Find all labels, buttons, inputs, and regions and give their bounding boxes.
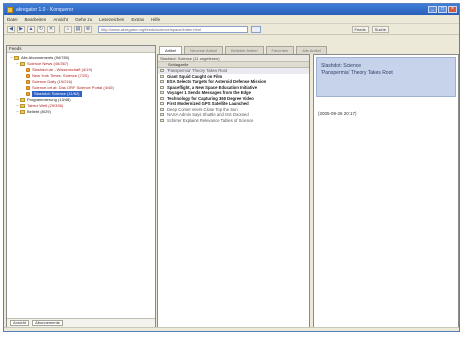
folder-icon — [20, 104, 25, 108]
article-list-panel: Slashdot: Science (11 ungelesen) Schlagz… — [157, 54, 310, 328]
forward-icon[interactable]: ▶ — [17, 25, 25, 33]
read-icon — [160, 69, 164, 73]
status-bar — [4, 327, 459, 331]
unread-icon — [160, 102, 164, 106]
menu-datei[interactable]: Datei — [7, 17, 18, 22]
folder-icon — [20, 98, 25, 102]
folder-icon — [20, 62, 25, 66]
unread-icon — [160, 80, 164, 84]
article-headline[interactable]: 'Panspermia' Theory Takes Root — [321, 70, 451, 77]
tab-bar: Artikel Neueste Artikel Beliebte Artikel Fa… — [157, 45, 459, 54]
go-button[interactable] — [251, 25, 261, 33]
article-feed-name[interactable]: Slashdot: Science — [321, 63, 451, 70]
unread-icon — [160, 85, 164, 89]
menu-bar: Datei Bearbeiten Ansicht Gehe zu Lesezei… — [4, 15, 459, 24]
subscriptions-button[interactable]: Abonnements — [32, 320, 63, 326]
unread-icon — [160, 74, 164, 78]
article-title: Schirrer Explains Relevance Tables of Sc… — [167, 117, 254, 123]
menu-hilfe[interactable]: Hilfe — [151, 17, 160, 22]
up-icon[interactable]: ▲ — [27, 25, 35, 33]
folder-icon — [20, 110, 25, 114]
menu-gehe-zu[interactable]: Gehe zu — [75, 17, 92, 22]
window-controls: _ □ × — [428, 6, 457, 13]
article-view-panel: Slashdot: Science 'Panspermia' Theory Ta… — [313, 54, 459, 328]
toolbar-separator — [59, 25, 60, 33]
zoom-icon[interactable]: ⊕ — [84, 25, 92, 33]
feed-panel-header: Feeds — [7, 46, 155, 53]
folder-icon — [14, 56, 19, 60]
feed-tree: − Alle Abonnements (94/780) − Science News … — [7, 53, 155, 115]
feed-icon — [26, 68, 30, 72]
article-date: (2005-09-26 20:17) — [318, 111, 357, 116]
menu-ansicht[interactable]: Ansicht — [53, 17, 68, 22]
feed-icon — [26, 92, 30, 96]
tab[interactable]: Alle Artikel — [296, 46, 327, 54]
article-list: 'Panspermia' Theory Takes Root Giant Squi… — [158, 68, 309, 123]
print-icon[interactable]: ▤ — [74, 25, 82, 33]
tab[interactable]: Favoriten — [265, 46, 295, 54]
feed-icon — [26, 74, 30, 78]
read-icon — [160, 107, 164, 111]
maximize-button[interactable]: □ — [438, 6, 447, 13]
app-icon — [7, 6, 13, 13]
view-button[interactable]: Ansicht — [10, 320, 30, 326]
home-icon[interactable]: ⌂ — [64, 25, 72, 33]
tree-item-label: Beliebt (8/29) — [27, 109, 51, 114]
feeds-button[interactable]: Feeds — [351, 26, 369, 33]
tab[interactable]: Artikel — [159, 46, 183, 54]
toolbar: ◀ ▶ ▲ ↻ ✕ ⌂ ▤ ⊕ http://www.akregator.org… — [4, 24, 459, 35]
title-bar: akregator 1.0 - Konqueror _ □ × — [4, 4, 459, 15]
feed-tree-panel: Feeds − Alle Abonnements (94/780) − Science… — [6, 45, 156, 328]
toolbar-right: Feeds Suche — [351, 26, 389, 33]
menu-bearbeiten[interactable]: Bearbeiten — [25, 17, 47, 22]
back-icon[interactable]: ◀ — [7, 25, 15, 33]
menu-lesezeichen[interactable]: Lesezeichen — [99, 17, 124, 22]
read-icon — [160, 113, 164, 117]
article-header: Slashdot: Science 'Panspermia' Theory Ta… — [316, 57, 456, 97]
tab[interactable]: Neueste Artikel — [184, 46, 224, 54]
menu-extras[interactable]: Extras — [131, 17, 144, 22]
article-list-header: Slashdot: Science (11 ungelesen) — [158, 55, 309, 62]
feed-panel-footer: Ansicht Abonnements — [7, 318, 155, 327]
unread-icon — [160, 96, 164, 100]
window-title: akregator 1.0 - Konqueror — [16, 6, 74, 13]
search-button[interactable]: Suche — [371, 26, 389, 33]
unread-icon — [160, 91, 164, 95]
stop-icon[interactable]: ✕ — [47, 25, 55, 33]
browser-window: akregator 1.0 - Konqueror _ □ × Datei Be… — [3, 3, 460, 332]
article-row[interactable]: Schirrer Explains Relevance Tables of Sc… — [158, 118, 309, 124]
tree-item[interactable]: − Beliebt (8/29) — [9, 109, 155, 115]
close-button[interactable]: × — [448, 6, 457, 13]
read-icon — [160, 118, 164, 122]
feed-icon — [26, 86, 30, 90]
address-input[interactable]: http://www.akregator.org/feeds/science/s… — [98, 25, 248, 33]
reload-icon[interactable]: ↻ — [37, 25, 45, 33]
tab[interactable]: Beliebte Artikel — [225, 46, 264, 54]
feed-icon — [26, 80, 30, 84]
minimize-button[interactable]: _ — [428, 6, 437, 13]
